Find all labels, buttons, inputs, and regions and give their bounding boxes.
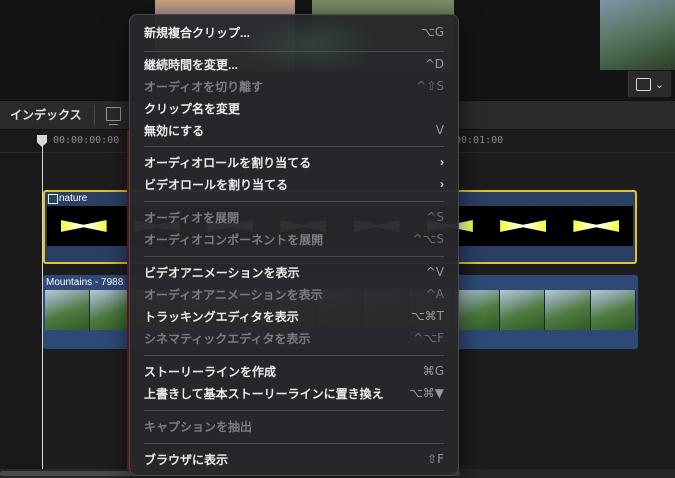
transform-icon <box>635 77 651 91</box>
menu-item-shortcut: ⌥⌘▼ <box>408 386 444 400</box>
menu-item-label: オーディオを切り離す <box>144 79 264 94</box>
menu-separator <box>144 146 444 147</box>
menu-item-shortcut: ⇧F <box>427 452 444 466</box>
menu-item-extract-captions: キャプションを抽出 <box>136 415 452 437</box>
video-frame <box>45 290 91 330</box>
menu-item-label: シネマティックエディタを表示 <box>144 331 311 346</box>
toolbar-divider <box>94 105 95 125</box>
video-frame <box>499 290 546 330</box>
menu-item-shortcut: ⌥G <box>420 25 444 39</box>
menu-item-shortcut: ⌘G <box>422 364 444 378</box>
menu-item-label: 新規複合クリップ... <box>144 25 251 40</box>
monitor-icon[interactable] <box>106 107 121 125</box>
menu-item-label: トラッキングエディタを表示 <box>144 309 299 324</box>
menu-item-shortcut: V <box>435 123 444 137</box>
menu-separator <box>144 51 444 52</box>
menu-item-reveal-in-browser[interactable]: ブラウザに表示 ⇧F <box>136 448 452 470</box>
menu-item-label: 上書きして基本ストーリーラインに置き換え <box>144 386 384 401</box>
context-menu: 新規複合クリップ... ⌥G 継続時間を変更... ^D オーディオを切り離す … <box>129 14 459 476</box>
menu-item-shortcut: ^S <box>426 210 444 224</box>
index-button[interactable]: インデックス <box>4 104 88 126</box>
title-frame <box>573 220 620 232</box>
chevron-right-icon: › <box>440 155 444 169</box>
menu-separator <box>144 443 444 444</box>
compound-clip-icon <box>48 194 58 204</box>
video-frame <box>590 290 637 330</box>
menu-item-label: オーディオコンポーネントを展開 <box>144 232 324 247</box>
menu-item-shortcut: ^⌥F <box>413 331 444 345</box>
menu-item-expand-audio: オーディオを展開 ^S <box>136 206 452 228</box>
viewer-preview <box>600 0 675 70</box>
transform-button[interactable]: ⌄ <box>628 71 671 97</box>
menu-item-expand-audio-components: オーディオコンポーネントを展開 ^⌥S <box>136 228 452 250</box>
menu-item-label: ブラウザに表示 <box>144 452 229 467</box>
title-frame <box>60 220 107 232</box>
menu-item-show-tracking-editor[interactable]: トラッキングエディタを表示 ⌥⌘T <box>136 305 452 327</box>
menu-item-shortcut: ^⌥S <box>412 232 445 246</box>
menu-item-show-audio-animation: オーディオアニメーションを表示 ^A <box>136 283 452 305</box>
chevron-right-icon: › <box>440 177 444 191</box>
timeline-gutter <box>0 130 42 478</box>
menu-item-label: オーディオを展開 <box>144 210 240 225</box>
video-frame <box>545 290 591 330</box>
menu-item-label: 継続時間を変更... <box>144 57 239 72</box>
ruler-timecode: 00:01:00 <box>455 135 504 146</box>
menu-item-shortcut: ⌥⌘T <box>410 309 444 323</box>
menu-item-label: キャプションを抽出 <box>144 419 253 434</box>
menu-item-detach-audio: オーディオを切り離す ^⇧S <box>136 75 452 97</box>
clip-label: Mountains - 7988 <box>46 277 124 288</box>
playhead[interactable] <box>42 140 43 470</box>
menu-item-label: ビデオアニメーションを表示 <box>144 265 300 280</box>
menu-separator <box>144 201 444 202</box>
menu-item-show-video-animation[interactable]: ビデオアニメーションを表示 ^V <box>136 261 452 283</box>
video-frame <box>454 290 500 330</box>
menu-item-label: オーディオロールを割り当てる <box>144 155 312 170</box>
menu-item-assign-audio-role[interactable]: オーディオロールを割り当てる › <box>136 151 452 173</box>
ruler-timecode: 00:00:00:00 <box>53 135 120 146</box>
menu-separator <box>144 410 444 411</box>
menu-separator <box>144 256 444 257</box>
menu-item-disable[interactable]: 無効にする V <box>136 119 452 141</box>
menu-item-label: ストーリーラインを作成 <box>144 364 277 379</box>
menu-item-label: 無効にする <box>144 123 205 138</box>
title-frame <box>500 220 547 232</box>
menu-item-shortcut: ^⇧S <box>416 79 444 93</box>
menu-separator <box>144 355 444 356</box>
menu-item-label: クリップ名を変更 <box>144 101 241 116</box>
menu-item-shortcut: ^D <box>424 57 444 71</box>
clip-label: nature <box>59 193 88 204</box>
menu-item-label: ビデオロールを割り当てる <box>144 177 289 192</box>
menu-item-shortcut: ^A <box>425 287 444 301</box>
menu-item-assign-video-role[interactable]: ビデオロールを割り当てる › <box>136 173 452 195</box>
menu-item-new-compound-clip[interactable]: 新規複合クリップ... ⌥G <box>136 21 452 43</box>
menu-item-label: オーディオアニメーションを表示 <box>144 287 323 302</box>
menu-item-overwrite-to-primary-storyline[interactable]: 上書きして基本ストーリーラインに置き換え ⌥⌘▼ <box>136 382 452 404</box>
menu-item-change-duration[interactable]: 継続時間を変更... ^D <box>136 53 452 75</box>
menu-item-show-cinematic-editor: シネマティックエディタを表示 ^⌥F <box>136 327 452 349</box>
chevron-down-icon: ⌄ <box>654 78 665 91</box>
menu-item-shortcut: ^V <box>425 265 444 279</box>
menu-item-rename-clip[interactable]: クリップ名を変更 <box>136 97 452 119</box>
menu-item-create-storyline[interactable]: ストーリーラインを作成 ⌘G <box>136 360 452 382</box>
